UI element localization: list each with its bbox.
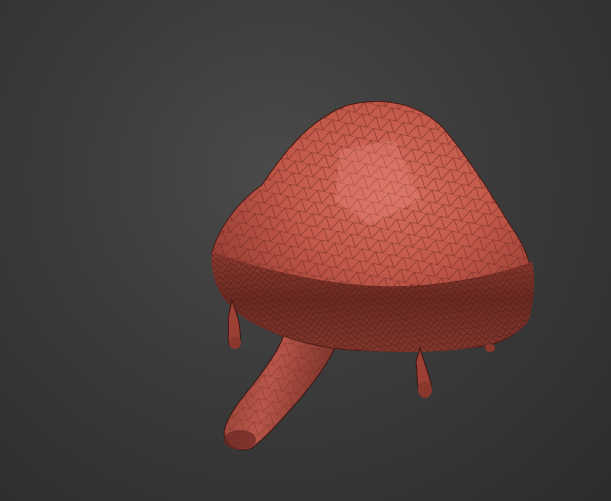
mushroom-stem[interactable] [223,327,336,451]
3d-viewport[interactable] [0,0,611,501]
mushroom-model[interactable] [0,0,611,501]
drip-right [415,346,432,398]
drip-small [485,344,495,352]
